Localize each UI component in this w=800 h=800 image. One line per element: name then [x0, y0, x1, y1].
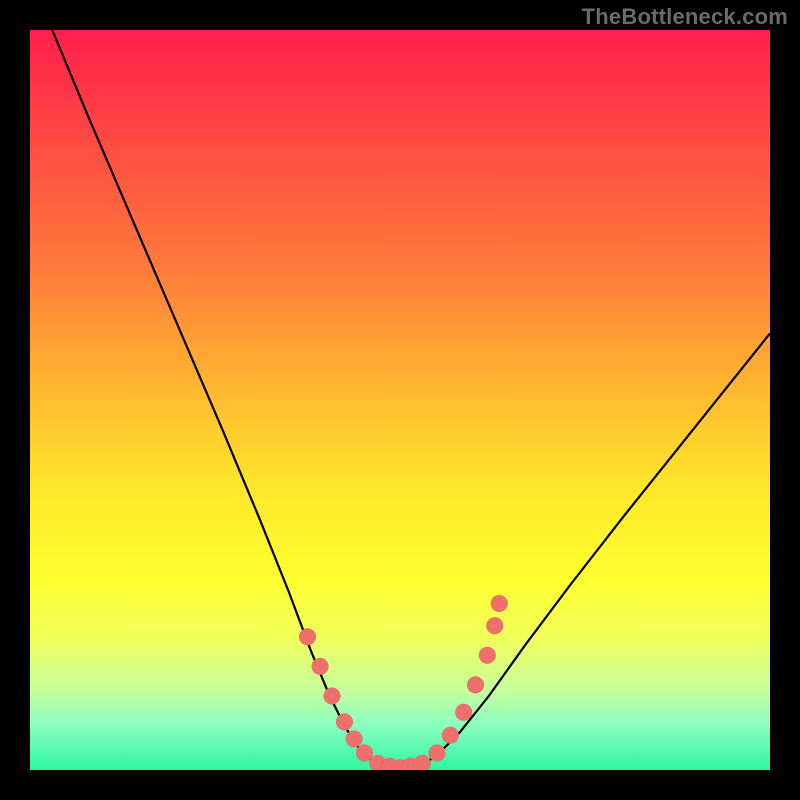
- right-curve: [422, 333, 770, 764]
- marker-point: [299, 628, 316, 645]
- marker-point: [429, 744, 446, 761]
- chart-frame: TheBottleneck.com: [0, 0, 800, 800]
- marker-point: [467, 676, 484, 693]
- watermark-text: TheBottleneck.com: [582, 6, 788, 28]
- marker-point: [455, 704, 472, 721]
- marker-point: [491, 595, 508, 612]
- left-curve: [52, 30, 378, 765]
- plot-area: [30, 30, 770, 770]
- marker-point: [312, 658, 329, 675]
- marker-point: [479, 647, 496, 664]
- marker-point: [323, 688, 340, 705]
- marker-point: [486, 617, 503, 634]
- marker-group: [299, 595, 508, 770]
- marker-point: [346, 730, 363, 747]
- marker-point: [414, 755, 431, 770]
- marker-point: [336, 713, 353, 730]
- marker-point: [442, 727, 459, 744]
- chart-svg: [30, 30, 770, 770]
